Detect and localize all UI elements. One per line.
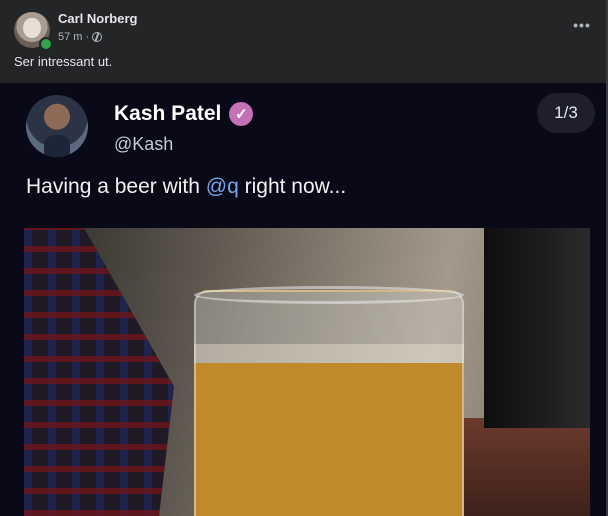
post-time[interactable]: 57 m · [58, 31, 89, 43]
beer-photo [24, 228, 590, 516]
tweet-handle: @Kash [114, 134, 174, 154]
more-options-button[interactable]: ••• [570, 17, 594, 37]
post-caption: Ser intressant ut. [14, 54, 113, 69]
author-name[interactable]: Carl Norberg [58, 11, 137, 26]
tweet-avatar [26, 95, 88, 157]
tweet-text-end: right now... [238, 175, 347, 198]
tweet-text-start: Having a beer with [26, 175, 206, 198]
verified-badge-icon: ✓ [229, 102, 254, 126]
globe-icon [92, 32, 103, 42]
tweet-author: Kash Patel ✓ [114, 102, 254, 126]
post-image[interactable]: Kash Patel ✓ @Kash 1/3 Having a beer wit… [0, 83, 606, 516]
facebook-post: Carl Norberg 57 m · ••• Ser intressant u… [0, 0, 608, 516]
post-header: Carl Norberg 57 m · ••• [0, 0, 606, 60]
photo-stand [484, 228, 590, 428]
post-meta: 57 m · [58, 31, 103, 43]
avatar-face [23, 18, 41, 38]
tweet-author-name: Kash Patel [114, 102, 222, 125]
beer-glass [194, 290, 464, 516]
online-status-icon [39, 37, 53, 51]
glass-rim [194, 286, 464, 304]
image-counter: 1/3 [537, 93, 595, 133]
tweet-mention: @q [205, 175, 239, 198]
tweet-text: Having a beer with @q right now... [26, 175, 346, 199]
